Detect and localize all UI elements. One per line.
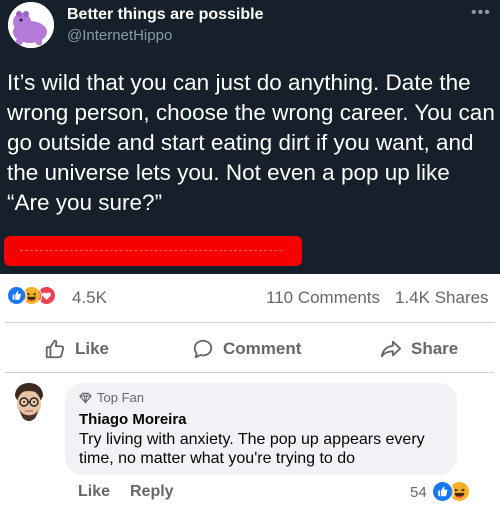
comment-bubble: Top Fan Thiago Moreira Try living with a… bbox=[65, 383, 457, 475]
top-fan-label: Top Fan bbox=[97, 390, 144, 405]
comment-reaction-count[interactable]: 54 bbox=[410, 484, 427, 501]
comment-text: Try living with anxiety. The pop up appe… bbox=[79, 431, 425, 467]
comment-reactions[interactable] bbox=[432, 481, 482, 503]
stats-divider bbox=[5, 322, 495, 323]
like-button[interactable]: Like bbox=[44, 336, 109, 362]
thumbs-up-icon bbox=[44, 338, 66, 360]
tweet-handle[interactable]: @InternetHippo bbox=[67, 27, 172, 44]
tweet-author-avatar[interactable] bbox=[8, 2, 54, 48]
actions-divider bbox=[5, 372, 495, 373]
commenter-name[interactable]: Thiago Moreira bbox=[79, 411, 187, 428]
tweet-display-name[interactable]: Better things are possible bbox=[67, 6, 264, 24]
share-button-label: Share bbox=[411, 339, 459, 358]
comment-button[interactable]: Comment bbox=[192, 336, 301, 362]
tweet-card: Better things are possible @InternetHipp… bbox=[0, 0, 500, 274]
like-button-label: Like bbox=[75, 339, 110, 358]
like-icon bbox=[432, 481, 454, 503]
tweet-text: It’s wild that you can just do anything.… bbox=[7, 70, 495, 215]
share-button[interactable]: Share bbox=[380, 336, 458, 362]
like-icon bbox=[7, 286, 27, 306]
comment-reply-link[interactable]: Reply bbox=[130, 483, 174, 501]
comment-button-label: Comment bbox=[223, 339, 302, 358]
reaction-summary[interactable] bbox=[7, 286, 77, 308]
redaction-bar bbox=[4, 236, 302, 266]
reaction-count[interactable]: 4.5K bbox=[72, 288, 107, 308]
comment-like-link[interactable]: Like bbox=[78, 483, 110, 501]
share-arrow-icon bbox=[380, 338, 402, 360]
top-fan-badge: Top Fan bbox=[79, 390, 144, 405]
speech-bubble-icon bbox=[192, 338, 214, 360]
more-options-icon[interactable]: ••• bbox=[471, 4, 491, 22]
comment-count-link[interactable]: 110 Comments bbox=[266, 288, 380, 308]
share-count-link[interactable]: 1.4K Shares bbox=[395, 288, 489, 308]
commenter-avatar[interactable] bbox=[6, 380, 52, 426]
diamond-icon bbox=[79, 392, 92, 403]
